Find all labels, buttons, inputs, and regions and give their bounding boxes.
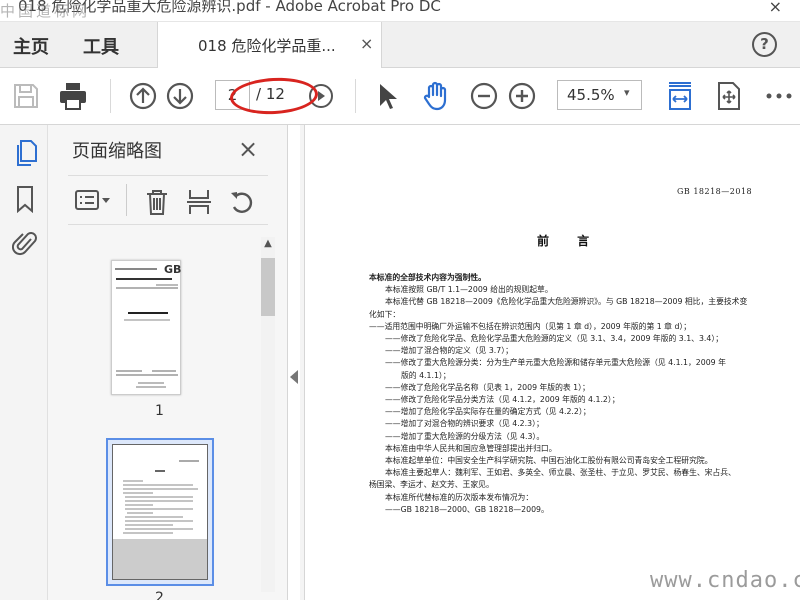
document-body: 本标准的全部技术内容为强制性。本标准按照 GB/T 1.1—2009 给出的规则… [369, 272, 769, 516]
panel-toolbar-separator [126, 184, 127, 216]
document-line: ——修改了重大危险源分类：分为生产单元重大危险源和储存单元重大危险源（见 4.1… [385, 358, 726, 368]
page-2-preview-unrendered [113, 539, 207, 579]
document-line: ——适用范围中明确厂外运输不包括在辨识范围内（见第 1 章 d），2009 年版… [369, 321, 692, 331]
hand-tool-icon[interactable] [420, 80, 452, 112]
collapse-panel-arrow-icon[interactable] [290, 370, 298, 384]
toolbar-separator [110, 79, 111, 113]
tab-tools[interactable]: 工具 [83, 33, 119, 59]
zoom-level-value: 45.5% [567, 86, 615, 104]
document-tab-close-button[interactable]: × [360, 34, 373, 53]
document-line: 本标准主要起草人：魏利军、王如君、多英全、师立晨、张圣柱、于立见、罗艾民、杨春生… [385, 468, 736, 478]
page-2-preview [112, 444, 208, 580]
extract-icon[interactable] [186, 188, 212, 216]
document-line: 本标准代替 GB 18218—2009《危险化学品重大危险源辨识》。与 GB 1… [385, 297, 748, 307]
help-button[interactable]: ? [752, 32, 777, 57]
pages-icon[interactable] [12, 139, 38, 167]
document-line: 本标准起草单位：中国安全生产科学研究院、中国石油化工股份有限公司青岛安全工程研究… [385, 456, 713, 466]
standard-code: GB 18218—2018 [677, 187, 753, 196]
document-line: ——增加了混合物的定义（见 3.7）； [385, 346, 513, 356]
document-line: 化如下： [369, 309, 401, 319]
document-tab-label: 018 危险化学品重... [198, 37, 336, 55]
document-line: ——增加了危险化学品实际存在量的确定方式（见 4.2.2）； [385, 407, 591, 417]
toolbar: 2 / 12 45.5% ▾ [0, 69, 800, 125]
panel-toolbar [68, 175, 268, 225]
tab-document[interactable]: 018 危险化学品重... × [157, 22, 382, 68]
page-2-preview-lines [123, 460, 199, 534]
document-line: 本标准所代替标准的历次版本发布情况为： [385, 492, 534, 502]
thumbnail-page-2[interactable] [106, 438, 214, 586]
print-icon[interactable] [57, 80, 89, 112]
delete-icon[interactable] [144, 188, 170, 216]
chevron-down-icon: ▾ [624, 86, 630, 99]
attachment-icon[interactable] [12, 229, 38, 257]
next-page-icon[interactable] [164, 80, 196, 112]
zoom-in-icon[interactable] [506, 80, 538, 112]
toolbar-separator [355, 79, 356, 113]
panel-close-button[interactable]: × [238, 135, 258, 163]
watermark-top-left: 中国道标网 [0, 2, 91, 20]
document-line: ——修改了危险化学品名称（见表 1，2009 年版的表 1）； [385, 382, 590, 392]
save-icon[interactable] [10, 80, 42, 112]
document-line: 版的 4.1.1）； [401, 370, 451, 380]
document-line: ——增加了重大危险源的分级方法（见 4.3）。 [385, 431, 545, 441]
fit-page-icon[interactable] [664, 80, 696, 112]
watermark-bottom-right: www.cndao.com [650, 568, 800, 593]
navigation-rail [0, 125, 48, 600]
thumbnail-page-1-label: 1 [155, 403, 164, 419]
more-icon[interactable] [763, 80, 795, 112]
window-close-button[interactable]: × [769, 0, 782, 16]
zoom-level-select[interactable]: 45.5% ▾ [557, 80, 642, 110]
document-line: ——GB 18218—2000、GB 18218—2009。 [385, 504, 549, 514]
document-line: 本标准的全部技术内容为强制性。 [369, 273, 486, 282]
section-heading: 前 言 [537, 234, 602, 248]
document-line: ——增加了对混合物的辨识要求（见 4.2.3）； [385, 419, 544, 429]
document-page: GB 18218—2018 前 言 本标准的全部技术内容为强制性。本标准按照 G… [304, 125, 800, 600]
thumbnail-page-2-label: 2 [155, 590, 164, 600]
scroll-up-arrow-icon[interactable]: ▲ [261, 237, 275, 251]
document-line: ——修改了危险化学品、危险化学品重大危险源的定义（见 3.1、3.4，2009 … [385, 334, 724, 344]
page-1-preview: GB [115, 263, 181, 388]
acrobat-window: 018 危险化学品重大危险源辨识.pdf - Adobe Acrobat Pro… [0, 0, 800, 600]
select-cursor-icon[interactable] [372, 80, 404, 112]
options-menu-icon[interactable] [74, 188, 112, 212]
thumbnail-page-1[interactable]: GB [111, 260, 181, 395]
document-line: ——修改了危险化学品分类方法（见 4.1.2，2009 年版的 4.1.2）； [385, 395, 620, 405]
document-line: 本标准由中华人民共和国应急管理部提出并归口。 [385, 443, 557, 453]
document-line: 杨国梁、李运才、赵文芳、王家见。 [369, 480, 494, 490]
tab-home[interactable]: 主页 [13, 33, 49, 59]
svg-text:GB: GB [164, 263, 181, 276]
document-view: GB 18218—2018 前 言 本标准的全部技术内容为强制性。本标准按照 G… [300, 125, 800, 600]
zoom-out-icon[interactable] [468, 80, 500, 112]
document-line: 本标准按照 GB/T 1.1—2009 给出的规则起草。 [385, 285, 553, 295]
panel-title: 页面缩略图 [72, 141, 162, 162]
page-display-icon[interactable] [713, 80, 745, 112]
title-bar: 018 危险化学品重大危险源辨识.pdf - Adobe Acrobat Pro… [0, 0, 800, 22]
bookmark-icon[interactable] [12, 185, 38, 213]
scrollbar-thumb[interactable] [261, 258, 275, 316]
prev-page-icon[interactable] [127, 80, 159, 112]
tab-bar: 主页 工具 018 危险化学品重... × ? [0, 22, 800, 68]
rotate-icon[interactable] [228, 188, 256, 216]
